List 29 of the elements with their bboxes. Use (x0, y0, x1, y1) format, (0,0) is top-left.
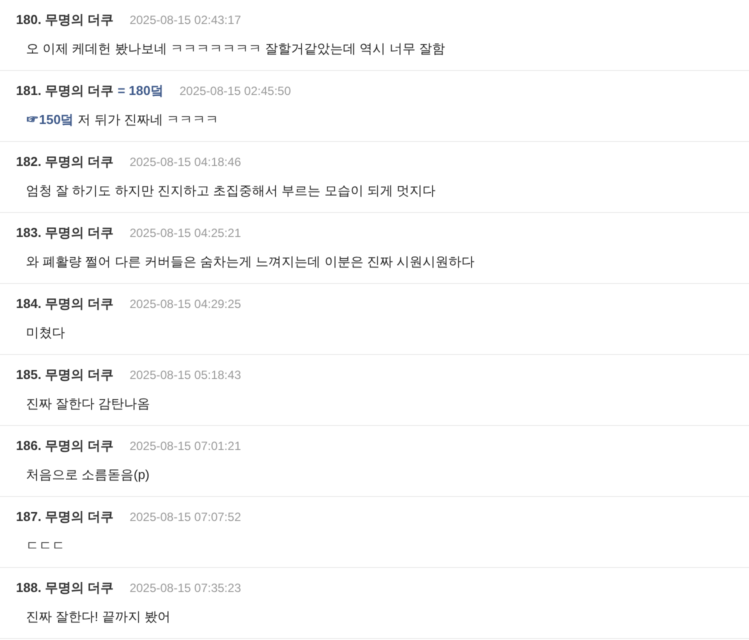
comment-text: 엄청 잘 하기도 하지만 진지하고 초집중해서 부르는 모습이 되게 멋지다 (26, 182, 436, 200)
comment-text: 오 이제 케데헌 봤나보네 ㅋㅋㅋㅋㅋㅋㅋ 잘할거같았는데 역시 너무 잘함 (26, 40, 445, 58)
comment-timestamp: 2025-08-15 07:01:21 (130, 439, 241, 453)
mention-link[interactable]: ☞150덬 (26, 111, 74, 129)
comment-text: 진짜 잘한다! 끝까지 봤어 (26, 608, 170, 626)
comment-text: 처음으로 소름돋음(p) (26, 466, 150, 484)
comment-author: 183. 무명의 더쿠 (16, 224, 114, 242)
comment-author: 182. 무명의 더쿠 (16, 153, 114, 171)
comment-author: 185. 무명의 더쿠 (16, 366, 114, 384)
comment-timestamp: 2025-08-15 02:43:17 (130, 13, 241, 27)
comment-text: 진짜 잘한다 감탄나옴 (26, 395, 150, 413)
comment-timestamp: 2025-08-15 04:25:21 (130, 226, 241, 240)
comment-author: 186. 무명의 더쿠 (16, 437, 114, 455)
comment-author: 184. 무명의 더쿠 (16, 295, 114, 313)
comment-timestamp: 2025-08-15 07:07:52 (130, 510, 241, 524)
comment-author: 187. 무명의 더쿠 (16, 508, 114, 526)
comment-author: 180. 무명의 더쿠 (16, 11, 114, 29)
comment-timestamp: 2025-08-15 07:35:23 (130, 581, 241, 595)
reply-reference[interactable]: = 180덬 (118, 82, 164, 100)
comment-author: 188. 무명의 더쿠 (16, 579, 114, 597)
comment-text: 미쳤다 (26, 324, 65, 342)
comment-text: 와 폐활량 쩔어 다른 커버들은 숨차는게 느껴지는데 이분은 진짜 시원시원하다 (26, 253, 475, 271)
comment-timestamp: 2025-08-15 05:18:43 (130, 368, 241, 382)
comment-text: 저 뒤가 진짜네 ㅋㅋㅋㅋ (78, 111, 219, 129)
comment-timestamp: 2025-08-15 02:45:50 (179, 84, 291, 98)
comment-text: ㄷㄷㄷ (26, 537, 65, 555)
comment-timestamp: 2025-08-15 04:29:25 (130, 297, 241, 311)
comment-author: 181. 무명의 더쿠 (16, 82, 114, 100)
comment-timestamp: 2025-08-15 04:18:46 (130, 155, 241, 169)
